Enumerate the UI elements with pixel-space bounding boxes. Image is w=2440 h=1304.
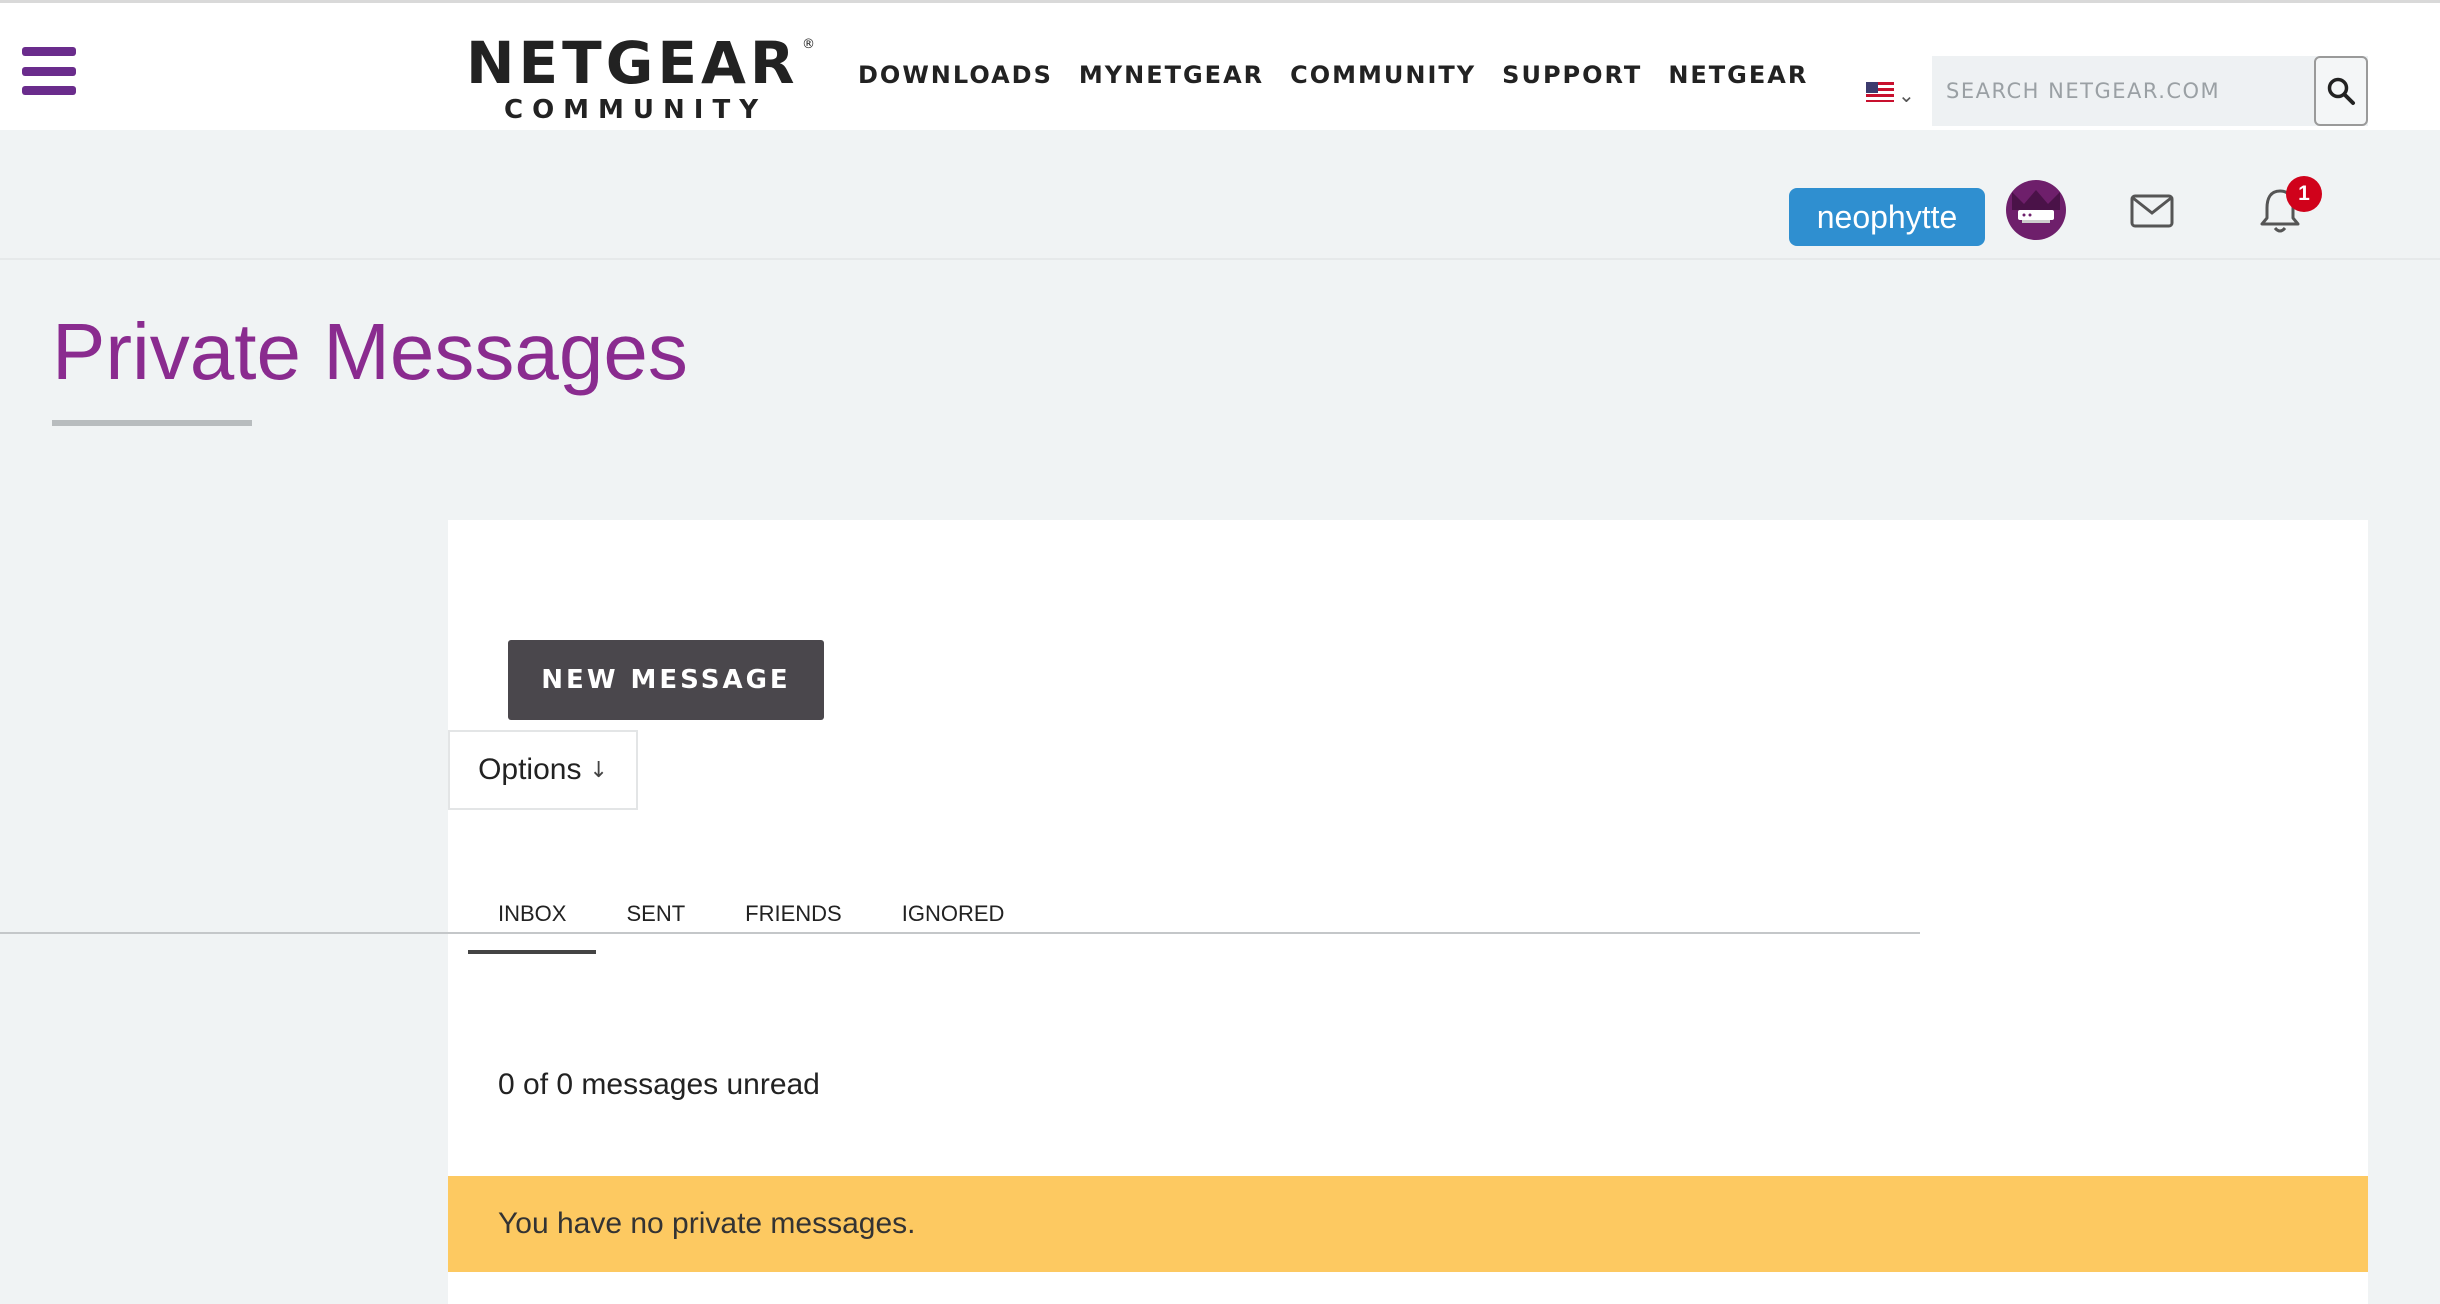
options-dropdown[interactable]: Options ↓ <box>448 730 638 810</box>
nav-downloads[interactable]: DOWNLOADS <box>858 61 1053 89</box>
empty-messages-banner: You have no private messages. <box>448 1176 2368 1272</box>
logo-wordmark: NETGEAR <box>466 29 799 97</box>
options-label: Options <box>478 753 582 786</box>
main-nav: DOWNLOADS MYNETGEAR COMMUNITY SUPPORT NE… <box>858 61 1808 89</box>
search-input[interactable] <box>1932 56 2368 126</box>
nav-community[interactable]: COMMUNITY <box>1290 61 1476 89</box>
arrow-down-icon: ↓ <box>589 757 608 783</box>
tab-inbox[interactable]: INBOX <box>468 874 597 954</box>
nav-netgear[interactable]: NETGEAR <box>1668 61 1808 89</box>
language-selector[interactable]: ⌄ <box>1866 77 1915 107</box>
search-button[interactable] <box>2314 56 2368 126</box>
avatar[interactable] <box>2006 180 2066 240</box>
nav-support[interactable]: SUPPORT <box>1502 61 1642 89</box>
avatar-router-icon <box>2012 190 2060 223</box>
title-underline <box>52 420 252 426</box>
search-icon <box>2327 77 2355 105</box>
us-flag-icon <box>1866 82 1894 102</box>
tab-sent[interactable]: SENT <box>596 874 715 954</box>
chevron-down-icon: ⌄ <box>1898 83 1915 107</box>
hamburger-menu-icon[interactable] <box>22 47 76 95</box>
new-message-button[interactable]: NEW MESSAGE <box>508 640 824 720</box>
user-bar: neophytte 1 <box>0 130 2440 260</box>
tab-ignored[interactable]: IGNORED <box>872 874 1035 954</box>
mail-icon[interactable] <box>2130 194 2174 228</box>
unread-count-text: 0 of 0 messages unread <box>498 1068 820 1101</box>
message-tabs: INBOX SENT FRIENDS IGNORED <box>468 874 1034 954</box>
username-button[interactable]: neophytte <box>1789 188 1985 246</box>
logo-registered-mark: ® <box>802 37 815 52</box>
logo-community-label: COMMUNITY <box>504 95 768 125</box>
top-header: NETGEAR ® COMMUNITY DOWNLOADS MYNETGEAR … <box>0 0 2440 130</box>
page-title: Private Messages <box>52 307 688 396</box>
messages-panel: NEW MESSAGE Options ↓ INBOX SENT FRIENDS… <box>448 520 2368 1304</box>
notification-badge[interactable]: 1 <box>2286 176 2322 212</box>
tabs-divider <box>0 932 1920 934</box>
tab-friends[interactable]: FRIENDS <box>715 874 872 954</box>
netgear-community-logo[interactable]: NETGEAR ® COMMUNITY <box>466 31 816 131</box>
nav-mynetgear[interactable]: MYNETGEAR <box>1079 61 1264 89</box>
